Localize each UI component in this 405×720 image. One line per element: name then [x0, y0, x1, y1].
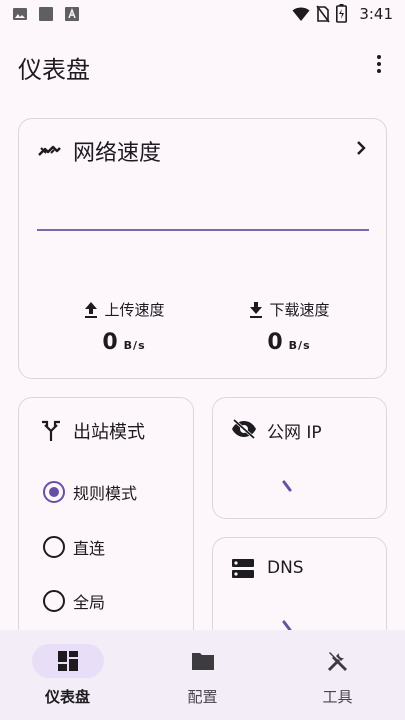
nav-label-dashboard: 仪表盘	[44, 688, 90, 706]
nav-item-config[interactable]: 配置	[135, 630, 270, 720]
upload-value: 0	[102, 330, 118, 355]
download-unit: B/s	[288, 339, 311, 352]
bottom-navigation: 仪表盘 配置 工具	[0, 630, 405, 720]
network-speed-card[interactable]: 网络速度 上传速度 0 B/s 下载速度 0 B/s	[18, 118, 387, 379]
outbound-mode-card: 出站模式 规则模式 直连 全局	[18, 397, 194, 657]
public-ip-card[interactable]: 公网 IP	[212, 397, 387, 519]
speed-trend-icon	[37, 139, 61, 161]
tools-icon	[326, 649, 350, 673]
upload-unit: B/s	[123, 339, 146, 352]
download-icon	[248, 301, 264, 319]
nav-icon-container	[167, 644, 239, 678]
mode-option-global[interactable]: 全局	[43, 589, 105, 613]
page-title: 仪表盘	[18, 56, 90, 84]
upload-stat: 上传速度 0 B/s	[64, 299, 184, 355]
folder-icon	[191, 651, 215, 671]
nav-icon-container	[302, 644, 374, 678]
download-label: 下载速度	[269, 301, 330, 319]
dns-server-icon	[231, 558, 255, 580]
square-icon	[38, 6, 54, 22]
dns-title: DNS	[267, 558, 304, 578]
battery-charging-icon	[336, 4, 348, 23]
public-ip-title: 公网 IP	[267, 423, 322, 443]
upload-icon	[83, 301, 99, 319]
download-stat: 下载速度 0 B/s	[229, 299, 349, 355]
mode-option-direct[interactable]: 直连	[43, 535, 105, 559]
speed-graph-line	[37, 229, 369, 231]
font-a-icon	[64, 6, 80, 22]
eye-off-icon[interactable]	[231, 418, 257, 440]
network-speed-title: 网络速度	[73, 141, 162, 166]
loading-spinner	[281, 480, 293, 492]
mode-option-label: 直连	[73, 539, 106, 558]
radio-direct[interactable]	[43, 536, 65, 558]
chevron-right-icon[interactable]	[354, 139, 368, 157]
nav-active-indicator	[31, 644, 104, 678]
image-icon	[12, 6, 28, 22]
download-value: 0	[267, 330, 283, 355]
nav-item-tools[interactable]: 工具	[270, 630, 405, 720]
more-vert-icon[interactable]	[367, 52, 391, 76]
status-bar: 3:41	[0, 0, 405, 28]
upload-label: 上传速度	[104, 301, 165, 319]
nav-label-tools: 工具	[322, 688, 353, 706]
radio-global[interactable]	[43, 590, 65, 612]
mode-option-label: 全局	[73, 593, 106, 612]
route-fork-icon	[41, 420, 61, 442]
outbound-mode-title: 出站模式	[73, 422, 145, 443]
mode-option-rule[interactable]: 规则模式	[43, 480, 137, 504]
nav-label-config: 配置	[187, 688, 218, 706]
dashboard-icon	[57, 650, 79, 672]
nav-item-dashboard[interactable]: 仪表盘	[0, 630, 135, 720]
mode-option-label: 规则模式	[73, 484, 138, 503]
status-time: 3:41	[359, 4, 393, 23]
wifi-icon	[292, 6, 310, 22]
no-sim-icon	[316, 5, 330, 23]
radio-rule[interactable]	[43, 481, 65, 503]
app-bar: 仪表盘	[0, 40, 405, 90]
